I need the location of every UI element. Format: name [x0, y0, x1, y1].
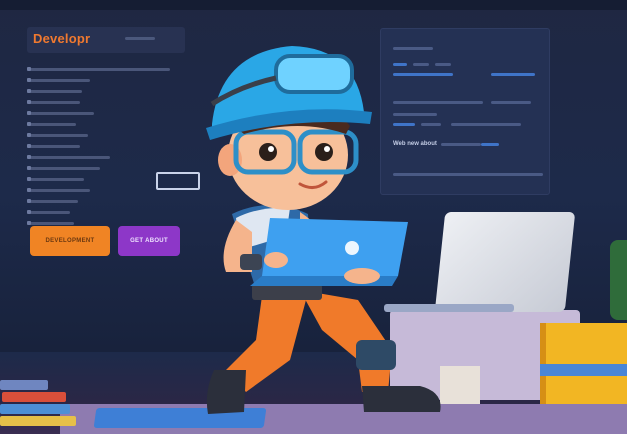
character-knee-pad	[356, 340, 396, 370]
developer-character	[206, 46, 441, 414]
character-eye-highlight	[268, 146, 274, 152]
character-eye	[259, 143, 277, 161]
character-eye	[315, 143, 333, 161]
character-left-hand	[264, 252, 288, 268]
character-laptop-lid	[262, 218, 408, 276]
scene: Developr DEVELOPMENT GET ABOUT Web new a…	[0, 0, 627, 434]
apple-logo-icon	[345, 241, 359, 255]
character-right-hand	[344, 268, 380, 284]
character-back-shoe	[362, 386, 441, 412]
character-goggles	[274, 54, 354, 94]
character-eye-highlight	[324, 146, 330, 152]
character-belt	[252, 284, 322, 300]
character-wristband	[240, 254, 262, 270]
character-front-shoe	[206, 370, 246, 414]
